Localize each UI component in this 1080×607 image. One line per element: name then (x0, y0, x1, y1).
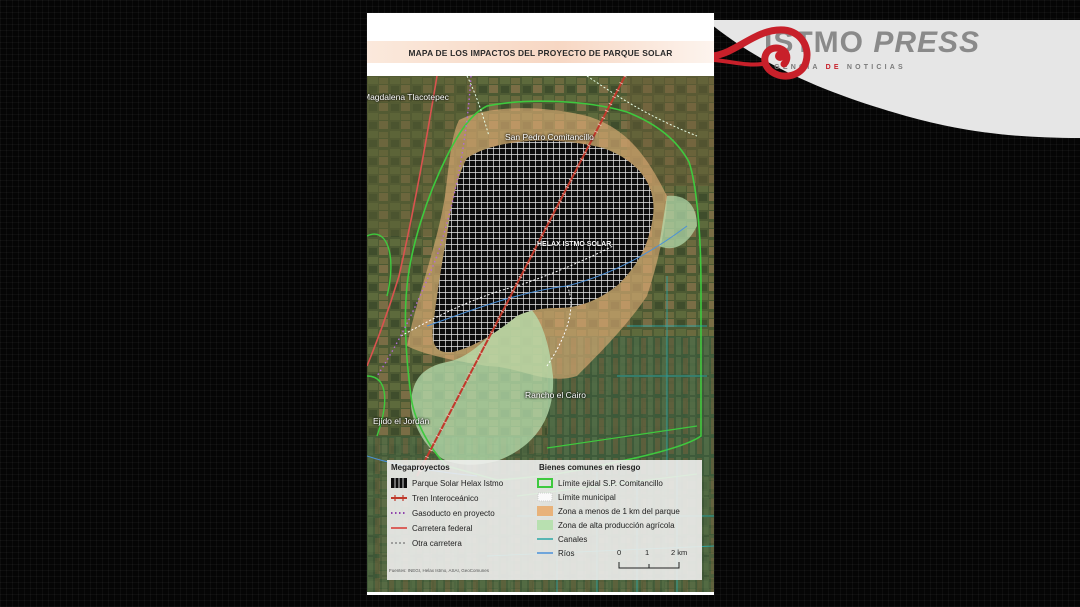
federal-road-symbol-icon (391, 523, 407, 533)
legend-item-ejido-limit: Límite ejidal S.P. Comitancillo (537, 476, 663, 490)
scale-bar-graphic (618, 562, 680, 569)
legend-item-other-road: Otra carretera (391, 536, 462, 550)
place-helax-istmo-solar: HELAX ISTMO SOLAR (537, 241, 612, 248)
ejido-limit-symbol-icon (537, 478, 553, 488)
other-road-symbol-icon (391, 538, 407, 548)
map-legend: Megaproyectos Bienes comunes en riesgo P… (387, 460, 702, 580)
legend-heading-bienes: Bienes comunes en riesgo (539, 463, 641, 472)
legend-label: Límite ejidal S.P. Comitancillo (558, 478, 663, 488)
legend-item-canals: Canales (537, 532, 587, 546)
legend-item-gas: Gasoducto en proyecto (391, 506, 495, 520)
legend-item-municipal-limit: Límite municipal (537, 490, 616, 504)
legend-label: Parque Solar Helax Istmo (412, 478, 504, 488)
agri-zone-symbol-icon (537, 520, 553, 530)
place-san-pedro: San Pedro Comitancillo (505, 132, 594, 142)
canals-symbol-icon (537, 534, 553, 544)
legend-label: Ríos (558, 548, 575, 558)
zone-1km-symbol-icon (537, 506, 553, 516)
train-symbol-icon (391, 493, 407, 503)
legend-heading-megaproyectos: Megaproyectos (391, 463, 450, 472)
legend-label: Otra carretera (412, 538, 462, 548)
legend-item-train: Tren Interoceánico (391, 491, 478, 505)
solar-park-symbol-icon (391, 478, 407, 488)
legend-label: Carretera federal (412, 523, 473, 533)
map-title: MAPA DE LOS IMPACTOS DEL PROYECTO DE PAR… (408, 48, 673, 58)
place-rancho-el-cairo: Rancho el Cairo (525, 390, 586, 400)
gas-pipeline-symbol-icon (391, 508, 407, 518)
municipal-limit-symbol-icon (537, 492, 553, 502)
legend-source: Fuentes: INEGI, Helax Istmo, ASAI, GeoCo… (389, 568, 490, 573)
map-area: Magdalena Tlacotepec San Pedro Comitanci… (367, 76, 714, 592)
istmo-press-logo-icon (708, 26, 811, 80)
brand-banner: ISTMO PRESS AGENCIA DE NOTICIAS (706, 20, 1080, 138)
scale-bar: 0 1 2 km (615, 548, 699, 578)
legend-item-federal-road: Carretera federal (391, 521, 472, 535)
map-card: MAPA DE LOS IMPACTOS DEL PROYECTO DE PAR… (367, 13, 714, 595)
legend-item-zone-1km: Zona a menos de 1 km del parque (537, 504, 680, 518)
legend-label: Zona a menos de 1 km del parque (558, 506, 680, 516)
map-header: MAPA DE LOS IMPACTOS DEL PROYECTO DE PAR… (367, 41, 714, 63)
legend-label: Tren Interoceánico (412, 493, 479, 503)
legend-item-agri-zone: Zona de alta producción agrícola (537, 518, 675, 532)
place-magdalena: Magdalena Tlacotepec (367, 92, 449, 102)
legend-item-solar-park: Parque Solar Helax Istmo (391, 476, 503, 490)
legend-label: Límite municipal (558, 492, 616, 502)
place-ejido-el-jordan: Ejido el Jordán (373, 416, 430, 426)
legend-label: Gasoducto en proyecto (412, 508, 495, 518)
legend-label: Zona de alta producción agrícola (558, 520, 675, 530)
legend-item-rivers: Ríos (537, 546, 574, 560)
legend-label: Canales (558, 534, 588, 544)
rivers-symbol-icon (537, 548, 553, 558)
